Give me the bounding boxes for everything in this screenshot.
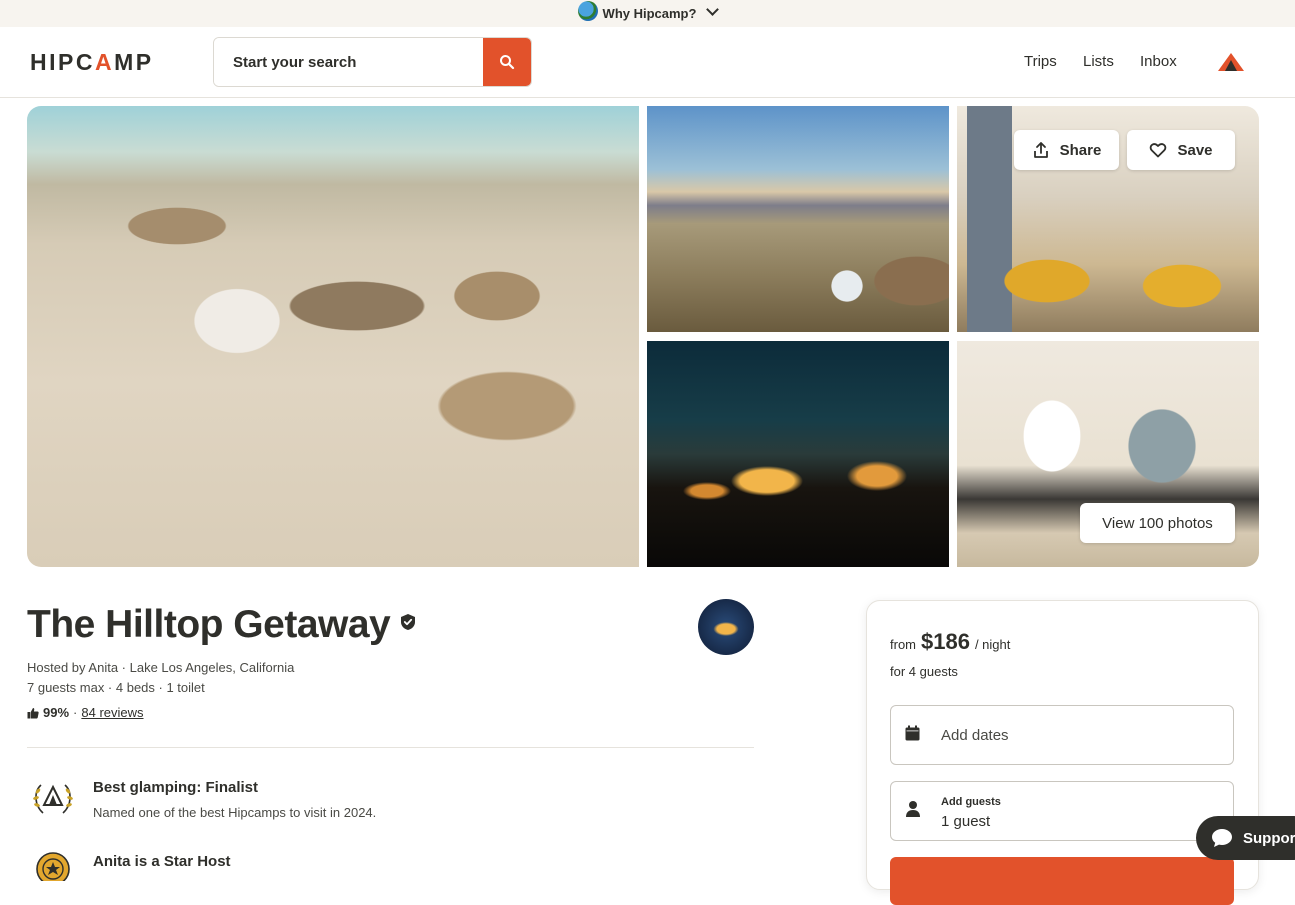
photo-gallery: Share Save View 100 photos [27, 106, 1259, 567]
price-line: from $186 / night [890, 629, 1010, 655]
rating-percent: 99% [43, 705, 70, 720]
share-icon [1033, 142, 1048, 158]
why-hipcamp-banner[interactable]: Why Hipcamp? [0, 0, 1295, 27]
host-avatar[interactable] [698, 599, 754, 655]
laurel-award-icon [33, 784, 73, 814]
photo-4[interactable] [647, 341, 949, 567]
photo-2[interactable] [647, 106, 949, 332]
feature-description: Named one of the best Hipcamps to visit … [93, 805, 377, 820]
rating-separator: · [73, 705, 78, 720]
search-bar [213, 37, 532, 87]
add-dates-text: Add dates [941, 727, 1009, 744]
rating-row: 99% · 84 reviews [27, 705, 144, 720]
top-header: HIPCAMP Trips Lists Inbox [0, 27, 1295, 98]
banner-text: Why Hipcamp? [602, 6, 697, 21]
price-from: from [890, 637, 916, 652]
share-button[interactable]: Share [1014, 130, 1119, 170]
thumbs-up-icon [27, 707, 39, 718]
add-guests-field[interactable]: Add guests 1 guest [890, 781, 1234, 841]
calendar-icon [905, 725, 920, 741]
search-input[interactable] [214, 38, 485, 86]
page-title: The Hilltop Getaway [27, 603, 391, 646]
heart-icon [1150, 143, 1167, 158]
listing-title-row: The Hilltop Getaway [27, 603, 416, 647]
feature-title: Best glamping: Finalist [93, 779, 259, 796]
logo-text-left: HIPC [30, 49, 95, 75]
book-button[interactable] [890, 857, 1234, 905]
price-unit: / night [974, 637, 1011, 652]
nav-inbox[interactable]: Inbox [1140, 53, 1177, 70]
search-button[interactable] [483, 38, 531, 86]
capacity-summary: 7 guests max · 4 beds · 1 toilet [27, 680, 205, 695]
logo-text-a: A [94, 49, 115, 75]
globe-icon [577, 0, 598, 21]
add-dates-field[interactable]: Add dates [890, 705, 1234, 765]
support-button[interactable]: Support [1196, 816, 1295, 860]
verified-badge-icon [401, 614, 416, 630]
section-divider [27, 747, 754, 748]
support-label: Support [1243, 829, 1295, 847]
share-label: Share [1059, 141, 1102, 159]
guests-value: 1 guest [941, 813, 991, 830]
logo-text-right: MP [114, 49, 154, 75]
star-host-badge-icon [36, 852, 70, 881]
price-guests: for 4 guests [890, 664, 958, 679]
feature-title: Anita is a Star Host [93, 853, 231, 870]
hosted-by: Hosted by Anita · Lake Los Angeles, Cali… [27, 660, 295, 675]
nav-lists[interactable]: Lists [1083, 53, 1114, 70]
profile-tent-icon [1218, 53, 1244, 71]
add-guests-label: Add guests [941, 796, 1001, 808]
nav-trips[interactable]: Trips [1024, 53, 1057, 70]
chevron-down-icon [706, 3, 720, 16]
price-amount: $186 [921, 629, 970, 654]
hipcamp-logo[interactable]: HIPCAMP [30, 49, 154, 76]
profile-menu-button[interactable] [1216, 51, 1246, 78]
photo-main[interactable] [27, 106, 639, 567]
search-icon [500, 55, 515, 70]
reviews-link[interactable]: 84 reviews [81, 705, 143, 720]
chat-bubble-icon [1212, 829, 1232, 847]
save-label: Save [1177, 141, 1213, 159]
person-icon [906, 801, 920, 817]
save-button[interactable]: Save [1127, 130, 1235, 170]
view-all-photos-button[interactable]: View 100 photos [1080, 503, 1235, 543]
